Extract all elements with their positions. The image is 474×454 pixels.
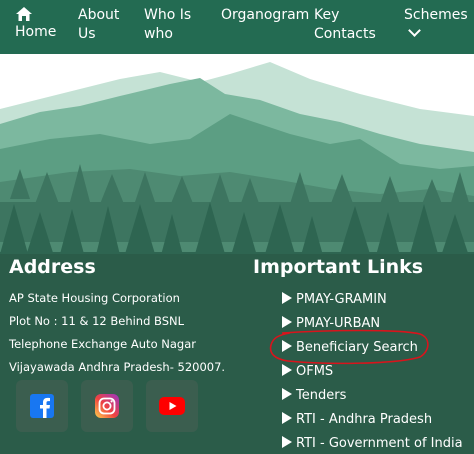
nav-key-contacts-label: Key Contacts — [314, 7, 376, 42]
nav-organogram[interactable]: Organogram — [221, 6, 309, 25]
nav-who-label: Who Is who — [144, 7, 192, 42]
address-line: Telephone Exchange Auto Nagar — [9, 337, 196, 351]
instagram-icon — [95, 394, 119, 418]
link-label: RTI - Andhra Pradesh — [296, 412, 433, 427]
home-icon — [16, 7, 32, 21]
nav-key-contacts[interactable]: Key Contacts — [314, 6, 384, 44]
link-label: OFMS — [296, 364, 334, 379]
chevron-down-icon — [408, 24, 421, 37]
link-label: RTI - Government of India — [296, 436, 463, 451]
link-rti-government-of-india[interactable]: RTI - Government of India — [282, 435, 463, 451]
nav-schemes-dropdown[interactable]: Schemes — [404, 6, 474, 44]
link-label: PMAY-GRAMIN — [296, 292, 387, 307]
link-pmay-gramin[interactable]: PMAY-GRAMIN — [282, 291, 387, 307]
caret-right-icon — [282, 316, 292, 328]
caret-right-icon — [282, 436, 292, 448]
nav-home-label: Home — [15, 24, 57, 40]
address-line: AP State Housing Corporation — [9, 291, 180, 305]
caret-right-icon — [282, 412, 292, 424]
link-rti-andhra-pradesh[interactable]: RTI - Andhra Pradesh — [282, 411, 432, 427]
link-tenders[interactable]: Tenders — [282, 387, 346, 403]
nav-about-label: About Us — [78, 7, 120, 42]
top-navigation: Home About Us Who Is who Organogram Key … — [0, 0, 474, 54]
youtube-icon — [159, 397, 185, 415]
instagram-button[interactable] — [81, 380, 133, 432]
mountain-forest-background — [0, 54, 474, 454]
address-heading: Address — [9, 256, 96, 278]
address-line: Plot No : 11 & 12 Behind BSNL — [9, 314, 185, 328]
youtube-button[interactable] — [146, 380, 198, 432]
caret-right-icon — [282, 292, 292, 304]
important-links-heading: Important Links — [253, 256, 424, 278]
link-label: Tenders — [296, 388, 347, 403]
nav-about-us[interactable]: About Us — [78, 6, 128, 44]
nav-schemes-label: Schemes — [404, 7, 468, 23]
nav-organogram-label: Organogram — [221, 7, 310, 23]
address-line: Vijayawada Andhra Pradesh- 520007. — [9, 360, 226, 374]
facebook-icon — [30, 394, 54, 418]
facebook-button[interactable] — [16, 380, 68, 432]
red-annotation-circle — [269, 329, 429, 365]
nav-who-is-who[interactable]: Who Is who — [144, 6, 199, 44]
caret-right-icon — [282, 388, 292, 400]
